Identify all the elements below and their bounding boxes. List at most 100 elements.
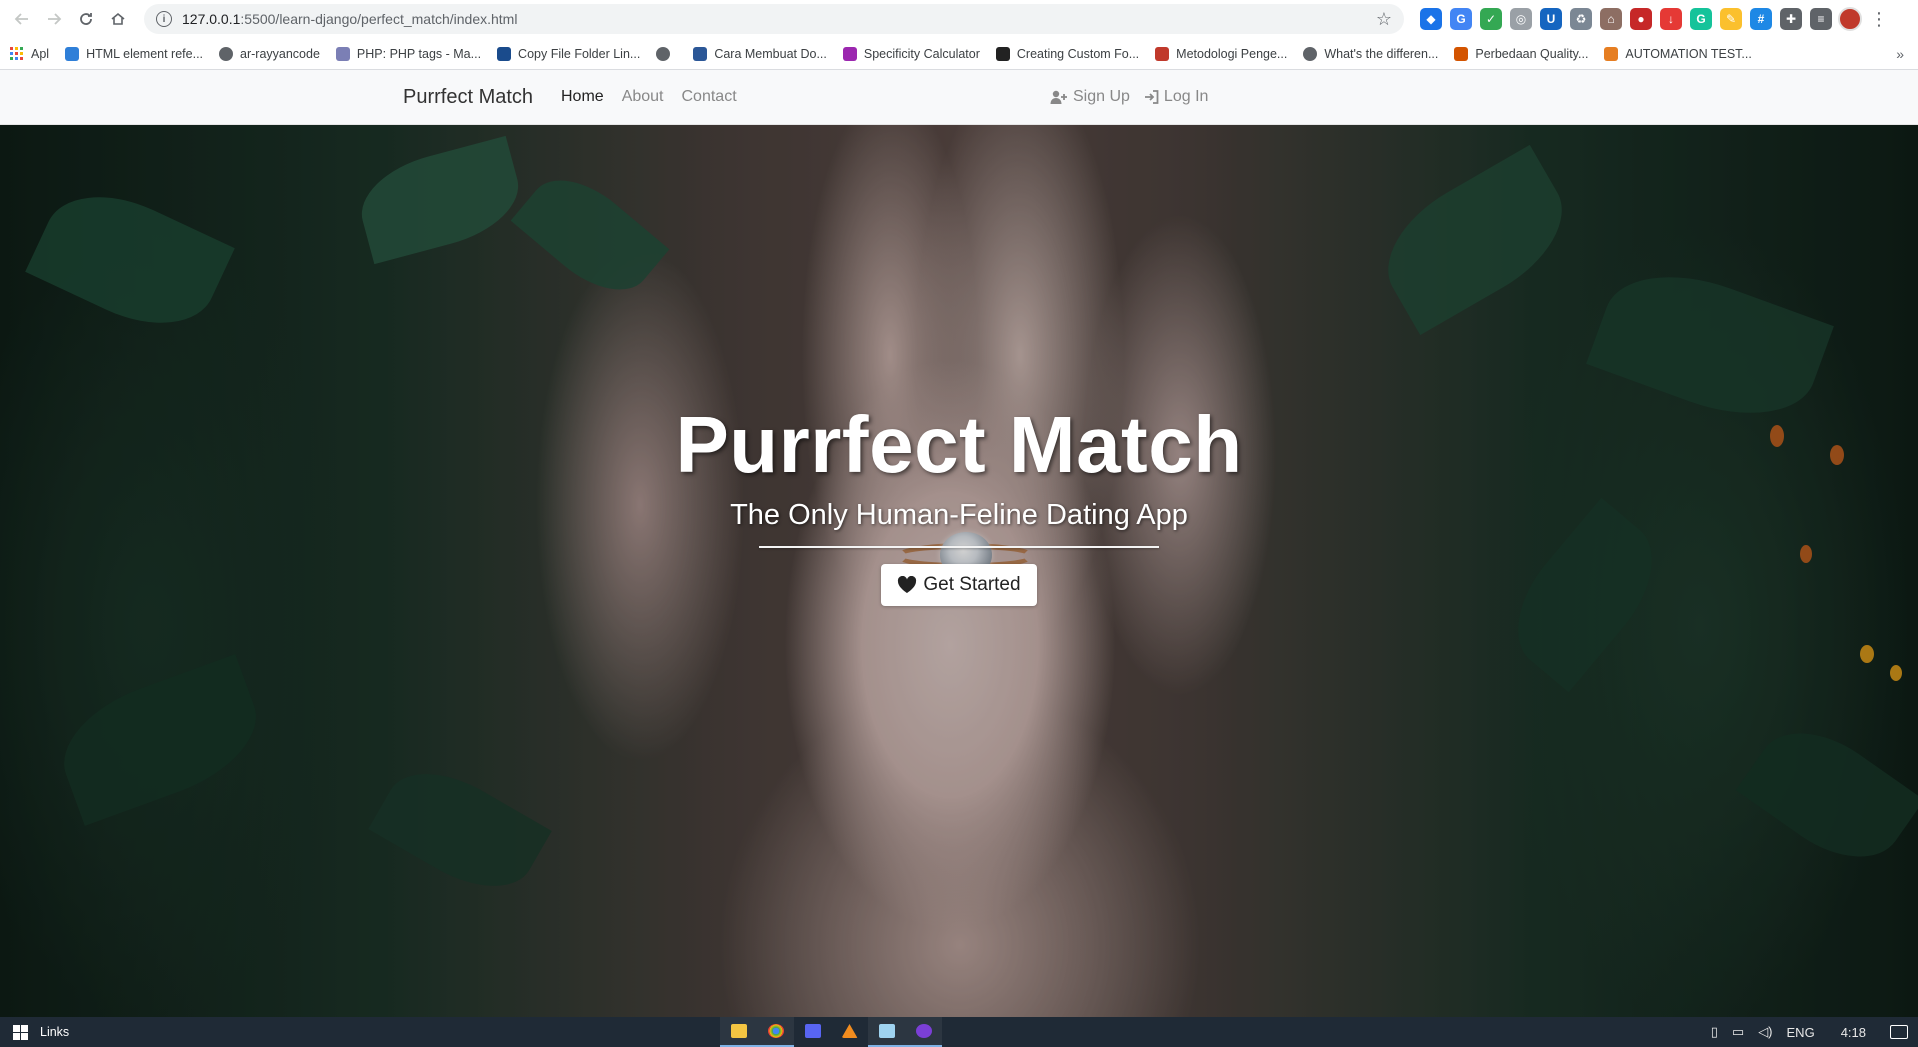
bookmark-item[interactable]: AUTOMATION TEST... (1604, 46, 1752, 61)
nav-about[interactable]: About (622, 88, 664, 106)
network-icon[interactable]: ▭ (1732, 1024, 1744, 1040)
address-bar[interactable]: i 127.0.0.1:5500/learn-django/perfect_ma… (144, 4, 1404, 34)
grid-extension-icon[interactable]: # (1750, 8, 1772, 30)
volume-icon[interactable]: ◁) (1758, 1024, 1772, 1040)
hero-subtitle: The Only Human-Feline Dating App (730, 499, 1188, 531)
login-link[interactable]: Log In (1144, 88, 1208, 106)
shield-icon[interactable]: ✓ (1480, 8, 1502, 30)
home-button[interactable] (102, 3, 134, 35)
extensions-area: ◆ G ✓ ◎ U ♻ ⌂ ● ↓ G ✎ # ✚ ≡ (1420, 8, 1832, 30)
apps-grid-icon (10, 47, 23, 60)
site-navbar: Purrfect Match Home About Contact Sign U… (0, 70, 1918, 125)
bookmark-label: Apl (31, 46, 50, 61)
bookmark-label: AUTOMATION TEST... (1625, 46, 1752, 61)
w3schools-icon (65, 46, 80, 61)
bookmark-label: Cara Membuat Do... (714, 46, 827, 61)
nav-contact[interactable]: Contact (682, 88, 737, 106)
notification-icon[interactable] (1890, 1025, 1908, 1039)
battery-icon[interactable]: ▯ (1711, 1024, 1718, 1040)
dots-icon (842, 46, 857, 61)
bitwarden-icon[interactable]: U (1540, 8, 1562, 30)
ih-icon (995, 46, 1010, 61)
hero-content: Purrfect Match The Only Human-Feline Dat… (0, 405, 1918, 606)
url-text[interactable]: 127.0.0.1:5500/learn-django/perfect_matc… (182, 11, 1376, 27)
hero-title: Purrfect Match (675, 400, 1243, 489)
auth-links: Sign Up Log In (1050, 88, 1208, 106)
bookmark-item[interactable]: Cara Membuat Do... (693, 46, 827, 61)
globe-icon (656, 46, 671, 61)
bookmark-label: Copy File Folder Lin... (518, 46, 641, 61)
url-path: :5500/learn-django/perfect_match/index.h… (240, 11, 518, 27)
heart-icon (898, 576, 917, 593)
bookmark-item[interactable]: PHP: PHP tags - Ma... (335, 46, 482, 61)
profile-avatar[interactable] (1838, 7, 1862, 31)
grammarly-icon[interactable]: G (1690, 8, 1712, 30)
bookmark-item[interactable]: HTML element refe... (65, 46, 204, 61)
bookmark-label: PHP: PHP tags - Ma... (356, 46, 482, 61)
start-button[interactable] (0, 1017, 40, 1047)
download-extension-icon[interactable]: ↓ (1660, 8, 1682, 30)
sign-in-icon (1144, 90, 1159, 104)
bookmark-item[interactable]: What's the differen... (1303, 46, 1439, 61)
recycle-icon[interactable]: ♻ (1570, 8, 1592, 30)
navbar-brand[interactable]: Purrfect Match (403, 86, 533, 109)
bookmark-item[interactable]: Perbedaan Quality... (1454, 46, 1589, 61)
media-queue-icon[interactable]: ≡ (1810, 8, 1832, 30)
vlc-icon[interactable] (831, 1017, 868, 1047)
globe-extension-icon[interactable]: ◎ (1510, 8, 1532, 30)
puzzle-icon[interactable]: ✚ (1780, 8, 1802, 30)
bookmark-item[interactable]: ar-rayyancode (219, 46, 320, 61)
site-icon (1155, 46, 1170, 61)
translate-icon[interactable]: G (1450, 8, 1472, 30)
notepad-icon[interactable] (868, 1017, 905, 1047)
hero-divider (759, 546, 1159, 548)
signup-link[interactable]: Sign Up (1050, 88, 1130, 106)
discord-icon[interactable] (794, 1017, 831, 1047)
browser-toolbar: i 127.0.0.1:5500/learn-django/perfect_ma… (0, 0, 1918, 38)
code-icon (693, 46, 708, 61)
bookmark-star-icon[interactable]: ☆ (1376, 9, 1392, 30)
system-tray: ▯ ▭ ◁) ENG 4:18 (1711, 1017, 1918, 1047)
bookmark-item[interactable]: Copy File Folder Lin... (497, 46, 641, 61)
menu-kebab-icon[interactable]: ⋮ (1870, 9, 1888, 30)
bookmark-apps[interactable]: Apl (10, 47, 49, 61)
clock[interactable]: 4:18 (1841, 1025, 1866, 1040)
php-icon (335, 46, 350, 61)
pencil-extension-icon[interactable]: ✎ (1720, 8, 1742, 30)
get-started-label: Get Started (923, 574, 1021, 595)
bookmarks-bar: Apl HTML element refe... ar-rayyancode PHP… (0, 38, 1918, 70)
app-purple-icon[interactable] (905, 1017, 942, 1047)
badge-extension-icon[interactable]: ● (1630, 8, 1652, 30)
bookmark-label: HTML element refe... (86, 46, 204, 61)
bookmark-list: HTML element refe... ar-rayyancode PHP: PH… (65, 46, 1768, 61)
nav-home[interactable]: Home (561, 88, 604, 106)
file-explorer-icon[interactable] (720, 1017, 757, 1047)
back-button[interactable] (6, 3, 38, 35)
windows-taskbar: Links ▯ ▭ ◁) ENG 4:18 (0, 1017, 1918, 1047)
bookmark-label: Creating Custom Fo... (1016, 46, 1140, 61)
bookmarks-overflow-icon[interactable]: » (1896, 46, 1904, 62)
get-started-button[interactable]: Get Started (881, 564, 1037, 606)
language-indicator[interactable]: ENG (1787, 1025, 1815, 1040)
bookmark-item[interactable]: Metodologi Penge... (1155, 46, 1288, 61)
bookmark-label: Specificity Calculator (863, 46, 980, 61)
chrome-icon[interactable] (757, 1017, 794, 1047)
bookmark-item[interactable]: Creating Custom Fo... (995, 46, 1140, 61)
house-extension-icon[interactable]: ⌂ (1600, 8, 1622, 30)
forward-button[interactable] (38, 3, 70, 35)
signup-label: Sign Up (1073, 88, 1130, 105)
bookmark-label: Perbedaan Quality... (1475, 46, 1589, 61)
bookmark-item[interactable] (656, 46, 677, 61)
site-info-icon[interactable]: i (156, 11, 172, 27)
hero-section: Purrfect Match The Only Human-Feline Dat… (0, 125, 1918, 1017)
globe-icon (219, 46, 234, 61)
login-label: Log In (1163, 88, 1209, 105)
site-icon (1454, 46, 1469, 61)
links-toolbar[interactable]: Links (40, 1025, 69, 1039)
reload-button[interactable] (70, 3, 102, 35)
taskbar-apps (720, 1017, 942, 1047)
bookmark-label: What's the differen... (1324, 46, 1439, 61)
bookmark-item[interactable]: Specificity Calculator (842, 46, 980, 61)
bookmark-label: Metodologi Penge... (1176, 46, 1288, 61)
extension-icon[interactable]: ◆ (1420, 8, 1442, 30)
